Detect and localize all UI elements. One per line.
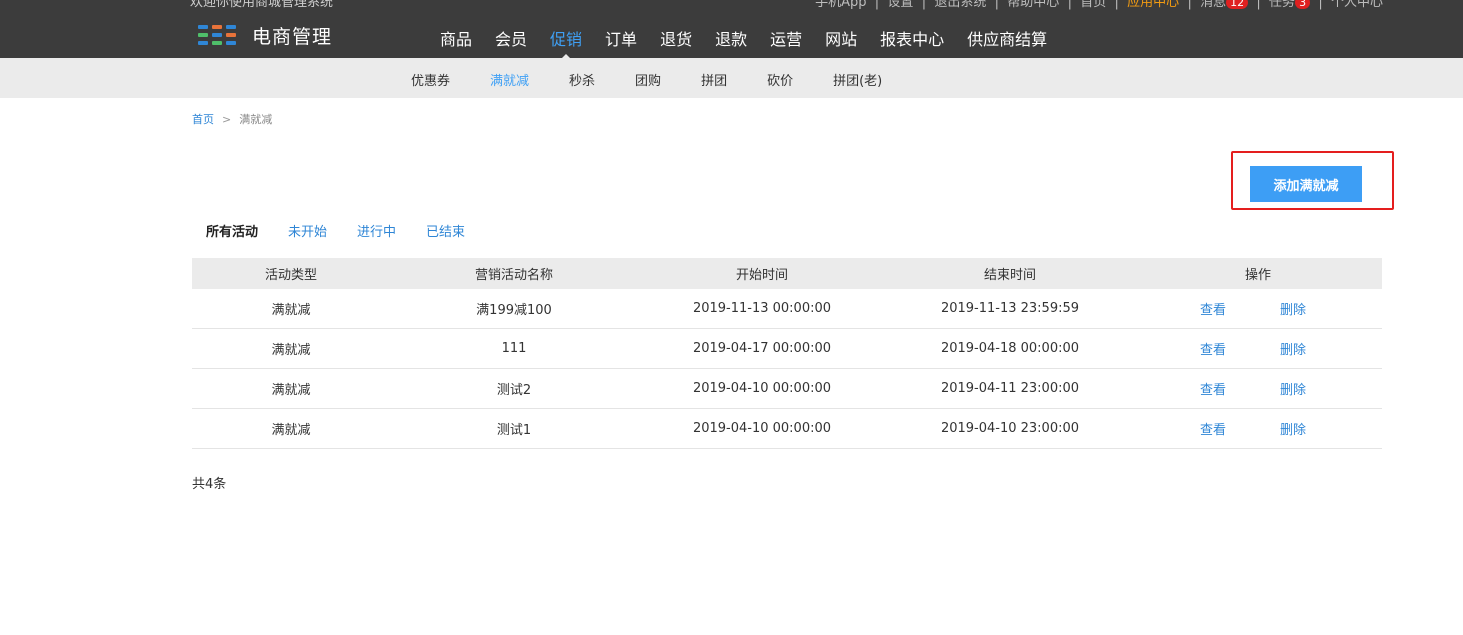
nav-item-operations[interactable]: 运营 xyxy=(770,26,802,50)
tab-not-started[interactable]: 未开始 xyxy=(288,221,327,240)
cell-type: 满就减 xyxy=(271,383,311,398)
cell-end: 2019-04-11 23:00:00 xyxy=(940,381,1080,396)
util-link-profile[interactable]: 个人中心 xyxy=(1331,0,1383,10)
view-link[interactable]: 查看 xyxy=(1200,419,1226,438)
delete-link[interactable]: 删除 xyxy=(1280,339,1306,358)
column-header-end: 结束时间 xyxy=(983,268,1036,283)
cell-start: 2019-04-10 00:00:00 xyxy=(692,421,832,436)
breadcrumb: 首页 > 满就减 xyxy=(192,111,272,127)
column-header-name: 营销活动名称 xyxy=(474,268,553,283)
cell-name: 测试1 xyxy=(496,423,532,438)
cell-actions: 查看 删除 xyxy=(1134,329,1382,368)
tab-all[interactable]: 所有活动 xyxy=(206,221,258,240)
sub-nav: 优惠券 满就减 秒杀 团购 拼团 砍价 拼团(老) xyxy=(0,58,1463,98)
app-logo[interactable]: 电商管理 xyxy=(198,22,332,49)
table-header: 活动类型 营销活动名称 开始时间 结束时间 操作 xyxy=(192,258,1382,289)
util-link-app[interactable]: 手机App xyxy=(815,0,866,10)
welcome-text: 欢迎你使用商城管理系统 xyxy=(190,0,334,10)
view-link[interactable]: 查看 xyxy=(1200,299,1226,318)
cell-end: 2019-04-10 23:00:00 xyxy=(940,421,1080,436)
delete-link[interactable]: 删除 xyxy=(1280,299,1306,318)
nav-item-supplier-settlement[interactable]: 供应商结算 xyxy=(967,26,1047,50)
nav-item-members[interactable]: 会员 xyxy=(495,26,527,50)
tab-in-progress[interactable]: 进行中 xyxy=(357,221,396,240)
messages-badge: 12 xyxy=(1226,0,1249,9)
tasks-badge: 3 xyxy=(1295,0,1311,9)
util-link-logout[interactable]: 退出系统 xyxy=(934,0,986,10)
view-link[interactable]: 查看 xyxy=(1200,379,1226,398)
cell-start: 2019-04-10 00:00:00 xyxy=(692,381,832,396)
logo-icon xyxy=(198,24,236,47)
util-link-tasks[interactable]: 任务 xyxy=(1269,0,1295,10)
delete-link[interactable]: 删除 xyxy=(1280,379,1306,398)
subnav-item-coupons[interactable]: 优惠券 xyxy=(411,70,450,89)
activity-table: 活动类型 营销活动名称 开始时间 结束时间 操作 满就减 满199减100 20… xyxy=(192,258,1382,449)
cell-actions: 查看 删除 xyxy=(1134,369,1382,408)
cell-actions: 查看 删除 xyxy=(1134,289,1382,328)
add-full-reduction-button[interactable]: 添加满就减 xyxy=(1250,166,1362,202)
subnav-item-flash-sale[interactable]: 秒杀 xyxy=(569,70,595,89)
delete-link[interactable]: 删除 xyxy=(1280,419,1306,438)
nav-item-promotions[interactable]: 促销 xyxy=(550,26,583,58)
util-link-home[interactable]: 首页 xyxy=(1080,0,1106,10)
nav-item-promotions-label: 促销 xyxy=(550,30,583,49)
breadcrumb-home[interactable]: 首页 xyxy=(192,113,214,126)
nav-item-website[interactable]: 网站 xyxy=(825,26,857,50)
cell-end: 2019-04-18 00:00:00 xyxy=(940,341,1080,356)
nav-item-products[interactable]: 商品 xyxy=(440,26,472,50)
nav-item-orders[interactable]: 订单 xyxy=(605,26,637,50)
subnav-item-pintuan-old[interactable]: 拼团(老) xyxy=(833,70,882,89)
column-header-type: 活动类型 xyxy=(264,268,317,283)
total-count: 共4条 xyxy=(192,477,227,492)
cell-actions: 查看 删除 xyxy=(1134,409,1382,448)
subnav-item-pintuan[interactable]: 拼团 xyxy=(701,70,727,89)
cell-type: 满就减 xyxy=(271,303,311,318)
cell-start: 2019-11-13 00:00:00 xyxy=(692,301,832,316)
subnav-item-full-reduction[interactable]: 满就减 xyxy=(490,70,529,89)
subnav-item-group-buy[interactable]: 团购 xyxy=(635,70,661,89)
top-utility-links: 手机App | 设置 | 退出系统 | 帮助中心 | 首页 | 应用中心 | 消… xyxy=(815,0,1383,10)
cell-name: 111 xyxy=(501,341,527,356)
status-filter-tabs: 所有活动 未开始 进行中 已结束 xyxy=(206,221,495,240)
util-link-messages[interactable]: 消息 xyxy=(1200,0,1226,10)
column-header-actions: 操作 xyxy=(1244,268,1271,283)
nav-item-returns[interactable]: 退货 xyxy=(660,26,692,50)
cell-end: 2019-11-13 23:59:59 xyxy=(940,301,1080,316)
subnav-item-bargain[interactable]: 砍价 xyxy=(767,70,793,89)
column-header-start: 开始时间 xyxy=(735,268,788,283)
main-nav: 商品 会员 促销 订单 退货 退款 运营 网站 报表中心 供应商结算 xyxy=(440,26,1070,58)
table-row: 满就减 测试1 2019-04-10 00:00:00 2019-04-10 2… xyxy=(192,409,1382,449)
util-link-help[interactable]: 帮助中心 xyxy=(1007,0,1059,10)
table-row: 满就减 测试2 2019-04-10 00:00:00 2019-04-11 2… xyxy=(192,369,1382,409)
cell-name: 测试2 xyxy=(496,383,532,398)
tab-ended[interactable]: 已结束 xyxy=(426,221,465,240)
cell-name: 满199减100 xyxy=(476,303,552,318)
breadcrumb-separator: > xyxy=(222,113,232,126)
breadcrumb-current: 满就减 xyxy=(239,113,273,126)
top-header: 欢迎你使用商城管理系统 手机App | 设置 | 退出系统 | 帮助中心 | 首… xyxy=(0,0,1463,58)
cell-type: 满就减 xyxy=(271,343,311,358)
table-row: 满就减 111 2019-04-17 00:00:00 2019-04-18 0… xyxy=(192,329,1382,369)
cell-type: 满就减 xyxy=(271,423,311,438)
nav-item-reports[interactable]: 报表中心 xyxy=(880,26,944,50)
util-link-app-center[interactable]: 应用中心 xyxy=(1127,0,1179,10)
table-row: 满就减 满199减100 2019-11-13 00:00:00 2019-11… xyxy=(192,289,1382,329)
cell-start: 2019-04-17 00:00:00 xyxy=(692,341,832,356)
util-link-settings[interactable]: 设置 xyxy=(887,0,913,10)
app-title: 电商管理 xyxy=(252,26,333,48)
nav-item-refunds[interactable]: 退款 xyxy=(715,26,747,50)
view-link[interactable]: 查看 xyxy=(1200,339,1226,358)
